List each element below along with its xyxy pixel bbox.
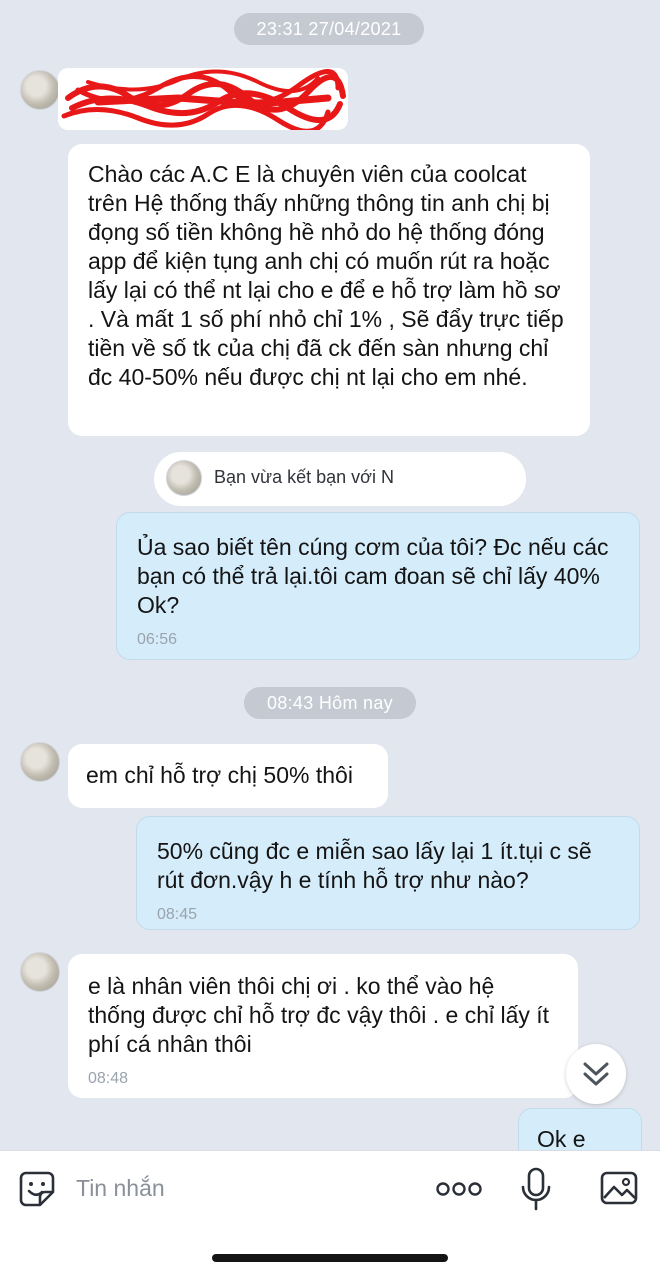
- message-text: Ok e: [537, 1126, 586, 1150]
- redaction-scribble: [61, 69, 346, 130]
- redacted-sender-name: [58, 68, 348, 130]
- avatar[interactable]: [20, 952, 60, 992]
- outgoing-message[interactable]: 50% cũng đc e miễn sao lấy lại 1 ít.tụi …: [136, 816, 640, 930]
- friend-notice[interactable]: Bạn vừa kết bạn với N: [154, 452, 526, 506]
- incoming-message[interactable]: em chỉ hỗ trợ chị 50% thôi: [68, 744, 388, 808]
- microphone-icon[interactable]: [520, 1167, 552, 1216]
- message-time: 08:45: [157, 906, 198, 923]
- message-time: 06:56: [137, 631, 178, 648]
- friend-notice-text: Bạn vừa kết bạn với N: [214, 467, 394, 487]
- timestamp-divider: 08:43 Hôm nay: [244, 687, 416, 719]
- timestamp-divider: 23:31 27/04/2021: [234, 13, 424, 45]
- avatar: [166, 460, 202, 496]
- home-indicator: [212, 1254, 448, 1262]
- message-text: e là nhân viên thôi chị ơi . ko thể vào …: [88, 973, 550, 1057]
- message-text: Chào các A.C E là chuyên viên của coolca…: [88, 161, 564, 390]
- incoming-message[interactable]: Chào các A.C E là chuyên viên của coolca…: [68, 144, 590, 436]
- outgoing-message[interactable]: Ủa sao biết tên cúng cơm của tôi? Đc nếu…: [116, 512, 640, 660]
- message-input[interactable]: Tin nhắn: [76, 1175, 165, 1202]
- avatar[interactable]: [20, 742, 60, 782]
- message-text: 50% cũng đc e miễn sao lấy lại 1 ít.tụi …: [157, 838, 592, 893]
- message-text: Ủa sao biết tên cúng cơm của tôi? Đc nếu…: [137, 534, 609, 618]
- double-chevron-down-icon: [583, 1062, 609, 1086]
- chat-area[interactable]: 23:31 27/04/2021 Chào các A.C E là chuyê…: [0, 0, 660, 1150]
- scroll-to-bottom-button[interactable]: [566, 1044, 626, 1104]
- redaction-blur: [406, 452, 526, 506]
- sticker-smile-icon[interactable]: [18, 1170, 56, 1213]
- incoming-message[interactable]: e là nhân viên thôi chị ơi . ko thể vào …: [68, 954, 578, 1098]
- image-gallery-icon[interactable]: [600, 1169, 640, 1212]
- message-text: em chỉ hỗ trợ chị 50% thôi: [86, 762, 353, 788]
- message-time: 08:48: [88, 1070, 129, 1087]
- outgoing-message[interactable]: Ok e: [518, 1108, 642, 1150]
- more-dots-icon[interactable]: [436, 1179, 482, 1204]
- avatar[interactable]: [20, 70, 60, 110]
